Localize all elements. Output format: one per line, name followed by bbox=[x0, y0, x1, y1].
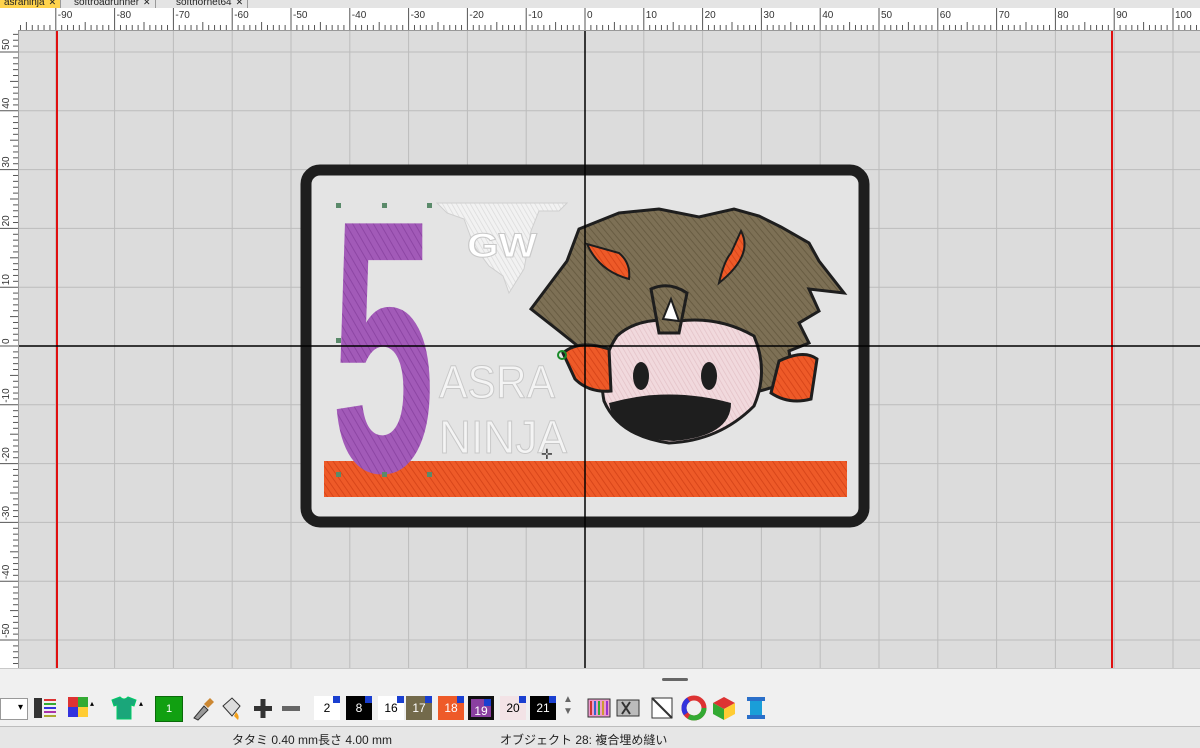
swatch-label: 18 bbox=[444, 701, 458, 715]
thread-swatch-21[interactable]: 21 bbox=[530, 696, 556, 720]
swatch-label: 17 bbox=[412, 701, 426, 715]
ruler-label: 60 bbox=[940, 10, 952, 21]
3d-cube-icon[interactable] bbox=[710, 694, 738, 722]
ruler-label: -20 bbox=[469, 10, 484, 21]
swatch-scroll[interactable]: ▲ ▼ bbox=[560, 694, 576, 722]
tab-asraninja[interactable]: asraninja ✕ bbox=[0, 0, 62, 8]
swatch-label: 19 bbox=[474, 704, 488, 718]
status-object-info: オブジェクト 28: 複合埋め縫い bbox=[500, 733, 668, 747]
swatch-label: 20 bbox=[506, 701, 520, 715]
ruler-label: 10 bbox=[646, 10, 658, 21]
swatch-label: 21 bbox=[536, 701, 550, 715]
thread-swatch-17[interactable]: 17 bbox=[406, 696, 432, 720]
ruler-label: 20 bbox=[1, 215, 12, 227]
tab-label: asraninja bbox=[4, 0, 45, 8]
ruler-label: 100 bbox=[1175, 10, 1192, 21]
panel-splitter[interactable] bbox=[0, 668, 1200, 691]
thread-swatch-8[interactable]: 8 bbox=[346, 696, 372, 720]
tab-label: softroadrunner bbox=[74, 0, 140, 8]
bottom-toolbar: ▾ ▴ ▴ 1 2 8 16 17 18 19 20 21 ▲ ▼ bbox=[0, 690, 1200, 726]
vertical-ruler-ticks: 50 40 30 20 10 0 -10 -20 -30 -40 -50 bbox=[0, 33, 18, 665]
ruler-label: -30 bbox=[1, 506, 12, 521]
ruler-label: 70 bbox=[999, 10, 1011, 21]
stitch-view-icon[interactable] bbox=[585, 694, 613, 722]
ruler-label: -90 bbox=[58, 10, 73, 21]
minus-icon[interactable] bbox=[278, 694, 304, 722]
ruler-label: 80 bbox=[1057, 10, 1069, 21]
document-tabs: asraninja ✕ softroadrunner ✕ softhornet64 ✕ bbox=[0, 0, 1200, 8]
ruler-label: -50 bbox=[293, 10, 308, 21]
ruler-label: 50 bbox=[881, 10, 893, 21]
ruler-label: -10 bbox=[528, 10, 543, 21]
crosshair-cursor-icon: ✛ bbox=[541, 446, 553, 462]
ruler-label: 0 bbox=[587, 10, 593, 21]
ruler-label: -70 bbox=[175, 10, 190, 21]
status-bar: タタミ 0.40 mm長さ 4.00 mm オブジェクト 28: 複合埋め縫い bbox=[0, 726, 1200, 748]
ruler-label: 90 bbox=[1116, 10, 1128, 21]
thread-swatch-16[interactable]: 16 bbox=[378, 696, 404, 720]
ruler-label: -60 bbox=[234, 10, 249, 21]
ruler-label: 0 bbox=[1, 338, 12, 344]
thread-list-icon[interactable] bbox=[32, 694, 58, 722]
chevron-down-icon: ▾ bbox=[17, 702, 23, 713]
ruler-corner bbox=[0, 8, 19, 31]
thread-swatch-19[interactable]: 19 bbox=[468, 696, 494, 720]
ruler-label: 20 bbox=[705, 10, 717, 21]
scroll-up-icon[interactable]: ▲ bbox=[560, 694, 576, 706]
ruler-label: 40 bbox=[1, 97, 12, 109]
fabric-icon[interactable] bbox=[614, 694, 642, 722]
ruler-label: -30 bbox=[411, 10, 426, 21]
close-icon[interactable]: ✕ bbox=[143, 0, 151, 7]
ruler-label: 30 bbox=[763, 10, 775, 21]
splitter-grip-icon[interactable] bbox=[662, 678, 688, 681]
ruler-label: 50 bbox=[1, 38, 12, 50]
ruler-label: -20 bbox=[1, 447, 12, 462]
swatch-label: 8 bbox=[355, 701, 363, 715]
text-asra[interactable]: ASRA bbox=[439, 356, 556, 409]
thread-swatch-18[interactable]: 18 bbox=[438, 696, 464, 720]
ruler-label: -50 bbox=[1, 623, 12, 638]
svg-text:GW: GW bbox=[467, 227, 538, 265]
vertical-ruler[interactable]: 50 40 30 20 10 0 -10 -20 -30 -40 -50 bbox=[0, 30, 19, 668]
status-stitch-info: タタミ 0.40 mm長さ 4.00 mm bbox=[232, 733, 393, 747]
ruler-label: -10 bbox=[1, 388, 12, 403]
canvas-drawing[interactable]: 5 GW ASRA NINJA ✛ bbox=[19, 31, 1200, 668]
ruler-label: 40 bbox=[822, 10, 834, 21]
svg-text:▴: ▴ bbox=[139, 699, 143, 708]
ruler-label: -80 bbox=[117, 10, 132, 21]
design-canvas[interactable]: 5 GW ASRA NINJA ✛ bbox=[19, 31, 1200, 668]
close-icon[interactable]: ✕ bbox=[49, 0, 57, 7]
thread-swatch-20[interactable]: 20 bbox=[500, 696, 526, 720]
plus-icon[interactable] bbox=[250, 694, 276, 722]
ruler-label: 30 bbox=[1, 156, 12, 168]
no-fill-icon[interactable] bbox=[648, 694, 676, 722]
ruler-label: -40 bbox=[1, 564, 12, 579]
thread-chart-dropdown[interactable]: ▾ bbox=[0, 698, 28, 720]
thread-swatch-2[interactable]: 2 bbox=[314, 696, 340, 720]
svg-text:▴: ▴ bbox=[90, 699, 94, 708]
swatch-label: 2 bbox=[323, 701, 331, 715]
swatch-label: 16 bbox=[384, 701, 398, 715]
paint-bucket-icon[interactable] bbox=[218, 694, 244, 722]
spool-icon[interactable] bbox=[742, 694, 770, 722]
tab-softroadrunner[interactable]: softroadrunner ✕ bbox=[70, 0, 156, 8]
tab-softhornet64[interactable]: softhornet64 ✕ bbox=[172, 0, 249, 8]
eyedropper-icon[interactable] bbox=[190, 694, 216, 722]
close-icon[interactable]: ✕ bbox=[236, 0, 244, 7]
scroll-down-icon[interactable]: ▼ bbox=[560, 706, 576, 718]
horizontal-ruler-ticks: -90 -80 -70 -60 -50 -40 -30 -20 -10 0 10 20 30 40 50 60… bbox=[20, 8, 1198, 30]
ruler-label: 10 bbox=[1, 274, 12, 286]
active-color-swatch[interactable]: 1 bbox=[155, 696, 183, 722]
color-wheel-icon[interactable] bbox=[680, 694, 708, 722]
color-palette-icon[interactable]: ▴ bbox=[66, 694, 96, 722]
ruler-label: -40 bbox=[352, 10, 367, 21]
tshirt-icon[interactable]: ▴ bbox=[108, 694, 148, 722]
horizontal-ruler[interactable]: -90 -80 -70 -60 -50 -40 -30 -20 -10 0 10 20 30 40 50 60… bbox=[18, 8, 1200, 31]
tab-label: softhornet64 bbox=[176, 0, 232, 8]
